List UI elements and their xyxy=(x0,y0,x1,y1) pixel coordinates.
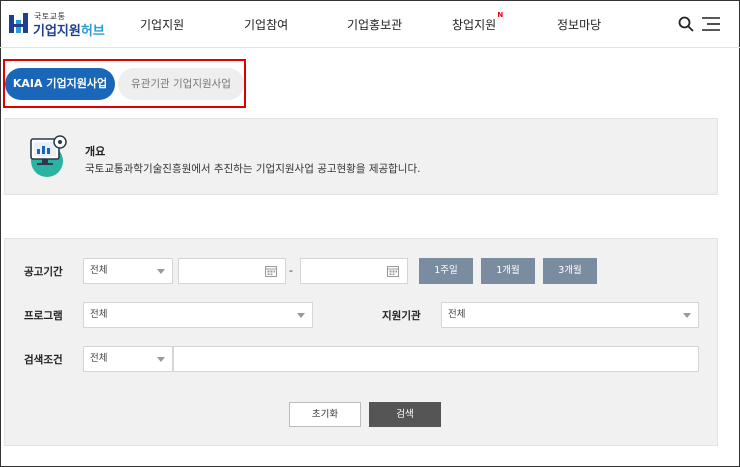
search-icon[interactable] xyxy=(678,16,694,32)
condition-select-value: 전체 xyxy=(90,353,108,364)
site-logo[interactable]: 국토교통 기업지원허브 xyxy=(8,10,108,39)
logo-title-main: 기업지원 xyxy=(33,24,81,39)
condition-label: 검색조건 xyxy=(24,354,63,366)
keyword-input[interactable] xyxy=(173,346,699,372)
chevron-down-icon xyxy=(157,357,165,362)
period-1week-button[interactable]: 1주일 xyxy=(419,258,473,284)
date-separator: - xyxy=(289,264,293,277)
overview-description: 국토교통과학기술진흥원에서 추진하는 기업지원사업 공고현황을 제공합니다. xyxy=(85,163,421,175)
tab-related-agency-support[interactable]: 유관기관 기업지원사업 xyxy=(118,68,244,100)
reset-button[interactable]: 초기화 xyxy=(289,402,361,427)
period-label: 공고기간 xyxy=(24,266,63,278)
nav-item-promotion-hall[interactable]: 기업홍보관 xyxy=(347,16,402,33)
period-1month-button[interactable]: 1개월 xyxy=(481,258,535,284)
search-panel: 공고기간 전체 - 1주일 1개월 3개월 프로그램 전체 지원기관 전체 검색… xyxy=(4,238,718,446)
search-button[interactable]: 검색 xyxy=(369,402,441,427)
nav-item-corporate-participation[interactable]: 기업참여 xyxy=(244,16,288,33)
chevron-down-icon xyxy=(683,313,691,318)
condition-select[interactable]: 전체 xyxy=(83,346,173,372)
calendar-icon[interactable] xyxy=(387,265,399,277)
chevron-down-icon xyxy=(157,269,165,274)
program-select[interactable]: 전체 xyxy=(83,302,313,328)
end-date-input[interactable] xyxy=(300,258,408,284)
program-label: 프로그램 xyxy=(24,310,63,322)
logo-title: 기업지원허브 xyxy=(33,20,105,39)
site-header: 국토교통 기업지원허브 기업지원 기업참여 기업홍보관 창업지원 N 정보마당 xyxy=(0,0,740,48)
nav-item-startup-support[interactable]: 창업지원 N xyxy=(452,11,503,33)
monitor-chart-icon xyxy=(30,135,67,177)
period-select-value: 전체 xyxy=(90,265,108,276)
start-date-input[interactable] xyxy=(178,258,286,284)
program-select-value: 전체 xyxy=(90,309,108,320)
nav-item-corporate-support[interactable]: 기업지원 xyxy=(140,16,184,33)
logo-mark-icon xyxy=(9,13,28,33)
tab-kaia-support[interactable]: KAIA 기업지원사업 xyxy=(5,68,115,100)
agency-select[interactable]: 전체 xyxy=(441,302,699,328)
overview-title: 개요 xyxy=(85,145,106,158)
hamburger-menu-icon[interactable] xyxy=(702,17,720,31)
logo-title-hub: 허브 xyxy=(80,24,105,39)
period-3month-button[interactable]: 3개월 xyxy=(543,258,597,284)
agency-label: 지원기관 xyxy=(382,310,421,322)
nav-item-startup-support-label: 창업지원 xyxy=(452,18,497,32)
calendar-icon[interactable] xyxy=(265,265,277,277)
chevron-down-icon xyxy=(297,313,305,318)
overview-box: 개요 국토교통과학기술진흥원에서 추진하는 기업지원사업 공고현황을 제공합니다… xyxy=(4,118,718,195)
nav-item-information[interactable]: 정보마당 xyxy=(557,16,601,33)
agency-select-value: 전체 xyxy=(448,309,466,320)
period-select[interactable]: 전체 xyxy=(83,258,173,284)
new-badge: N xyxy=(497,11,504,19)
